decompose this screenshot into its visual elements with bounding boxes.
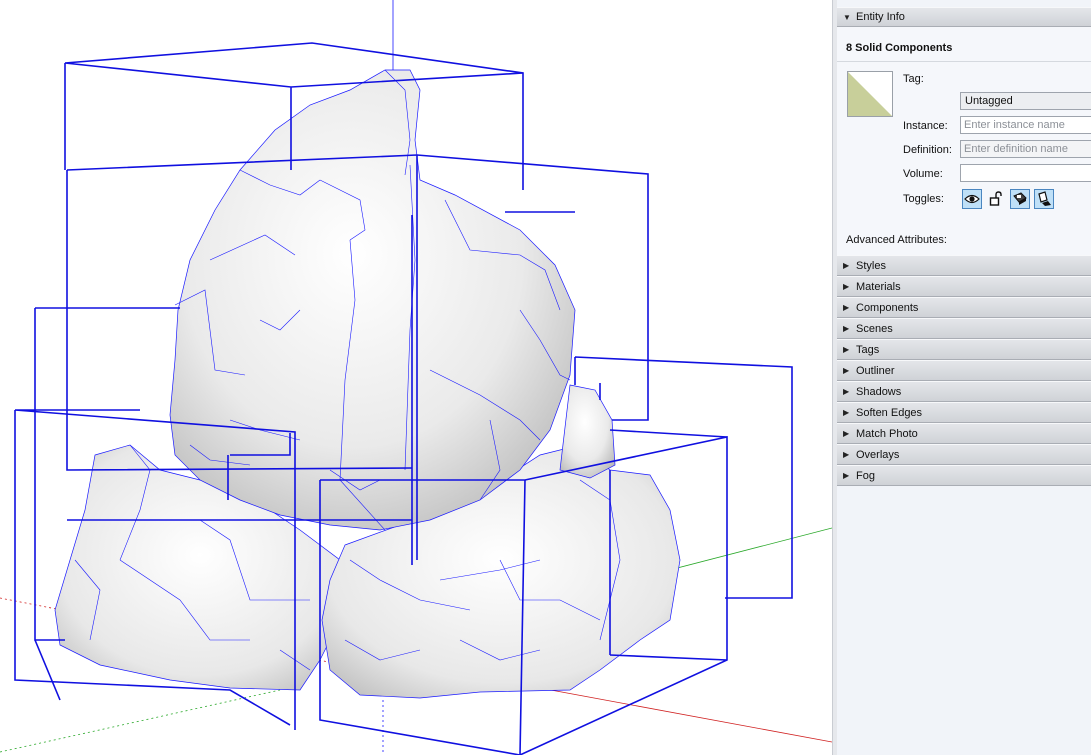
collapsed-triangle-icon: ▶ (843, 261, 850, 270)
panel-match-photo[interactable]: ▶ Match Photo (837, 423, 1091, 444)
panel-label: Overlays (856, 449, 900, 461)
toggles-label: Toggles: (903, 193, 944, 205)
material-swatch[interactable] (847, 71, 893, 117)
panel-label: Materials (856, 281, 901, 293)
collapsed-triangle-icon: ▶ (843, 471, 850, 480)
receive-shadows-icon (1013, 192, 1027, 205)
panel-shadows[interactable]: ▶ Shadows (837, 381, 1091, 402)
instance-label: Instance: (903, 120, 948, 132)
collapsed-triangle-icon: ▶ (843, 366, 850, 375)
rock-right-small[interactable] (559, 384, 616, 479)
entity-info-title: Entity Info (856, 11, 905, 23)
eye-icon (964, 194, 980, 204)
panel-label: Scenes (856, 323, 893, 335)
green-axis (0, 689, 281, 753)
entity-info-header[interactable]: ▼ Entity Info (837, 7, 1091, 27)
panel-label: Fog (856, 470, 875, 482)
panel-scenes[interactable]: ▶ Scenes (837, 318, 1091, 339)
collapsed-triangle-icon: ▶ (843, 303, 850, 312)
panel-outliner[interactable]: ▶ Outliner (837, 360, 1091, 381)
collapsed-panels: ▶ Styles ▶ Materials ▶ Components ▶ Scenes ▶… (837, 255, 1091, 486)
panel-label: Shadows (856, 386, 902, 398)
panel-styles[interactable]: ▶ Styles (837, 255, 1091, 276)
panel-label: Outliner (856, 365, 895, 377)
cast-shadows-icon (1038, 191, 1051, 206)
panel-fog[interactable]: ▶ Fog (837, 465, 1091, 486)
lock-icon (989, 191, 1002, 206)
receive-shadows-toggle-button[interactable] (1010, 189, 1030, 209)
panel-label: Soften Edges (856, 407, 923, 419)
panel-tags[interactable]: ▶ Tags (837, 339, 1091, 360)
collapsed-triangle-icon: ▶ (843, 282, 850, 291)
collapsed-triangle-icon: ▶ (843, 408, 850, 417)
collapsed-triangle-icon: ▶ (843, 345, 850, 354)
lock-toggle-button[interactable] (986, 189, 1006, 209)
cast-shadows-toggle-button[interactable] (1034, 189, 1054, 209)
entity-info-panel: 8 Solid Components Tag: Untagged Instanc… (837, 27, 1091, 255)
panel-label: Tags (856, 344, 880, 356)
panel-soften-edges[interactable]: ▶ Soften Edges (837, 402, 1091, 423)
definition-name-input[interactable] (960, 140, 1091, 158)
selection-summary: 8 Solid Components (846, 42, 953, 54)
definition-label: Definition: (903, 144, 952, 156)
panel-components[interactable]: ▶ Components (837, 297, 1091, 318)
tag-dropdown[interactable]: Untagged (960, 92, 1091, 110)
collapsed-triangle-icon: ▶ (843, 387, 850, 396)
collapsed-triangle-icon: ▶ (843, 450, 850, 459)
divider (837, 61, 1091, 62)
instance-name-input[interactable] (960, 116, 1091, 134)
rock-top[interactable] (169, 69, 576, 531)
default-tray: ▼ Entity Info 8 Solid Components Tag: Un… (837, 0, 1091, 755)
panel-materials[interactable]: ▶ Materials (837, 276, 1091, 297)
panel-label: Match Photo (856, 428, 918, 440)
collapsed-triangle-icon: ▶ (843, 324, 850, 333)
panel-label: Styles (856, 260, 886, 272)
advanced-attributes-label: Advanced Attributes: (846, 234, 947, 246)
material-swatch-icon (848, 72, 892, 116)
volume-label: Volume: (903, 168, 943, 180)
model-scene[interactable] (0, 0, 832, 755)
modeling-viewport[interactable] (0, 0, 832, 755)
hide-toggle-button[interactable] (962, 189, 982, 209)
expanded-triangle-icon: ▼ (843, 13, 851, 22)
panel-overlays[interactable]: ▶ Overlays (837, 444, 1091, 465)
volume-field (960, 164, 1091, 182)
panel-label: Components (856, 302, 919, 314)
tag-label: Tag: (903, 73, 924, 85)
red-axis (539, 687, 832, 743)
collapsed-triangle-icon: ▶ (843, 429, 850, 438)
rock-solids[interactable] (54, 69, 681, 699)
